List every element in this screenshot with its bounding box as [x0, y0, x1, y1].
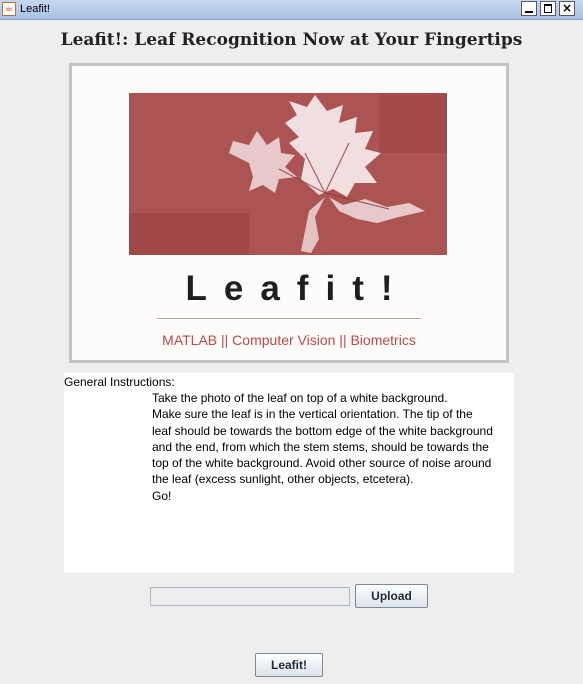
instructions-body: Take the photo of the leaf on top of a w…	[152, 390, 508, 504]
instruction-line: the leaf (excess sunlight, other objects…	[152, 472, 414, 487]
brand-logo-text: Leafit!	[185, 269, 410, 308]
leafit-button[interactable]: Leafit!	[255, 653, 323, 677]
instruction-line: Make sure the leaf is in the vertical or…	[152, 407, 473, 422]
close-icon: ×	[561, 1, 573, 15]
upload-button[interactable]: Upload	[355, 584, 428, 608]
page-title: Leafit!: Leaf Recognition Now at Your Fi…	[60, 30, 523, 50]
leaf-photo	[129, 93, 447, 255]
file-path-field[interactable]	[150, 587, 350, 606]
instruction-line: and the end, from which the stem stems, …	[152, 439, 489, 454]
window-title-bar[interactable]: ☕ Leafit! ×	[0, 0, 583, 20]
maximize-icon	[544, 4, 552, 13]
maximize-button[interactable]	[540, 1, 556, 16]
banner-tagline: MATLAB || Computer Vision || Biometrics	[162, 332, 416, 348]
instructions-panel: General Instructions: Take the photo of …	[64, 373, 514, 573]
banner-divider	[157, 318, 421, 319]
window-title: Leafit!	[20, 3, 50, 15]
java-cup-icon: ☕	[2, 2, 16, 16]
instruction-line: Take the photo of the leaf on top of a w…	[152, 391, 448, 405]
maple-leaf-image	[129, 93, 447, 255]
instruction-line: top of the white background. Avoid other…	[152, 456, 492, 471]
close-button[interactable]: ×	[559, 1, 575, 16]
instruction-line: Go!	[152, 488, 172, 503]
instructions-title: General Instructions:	[64, 375, 175, 389]
minimize-icon	[525, 11, 533, 13]
instruction-line: leaf should be towards the bottom edge o…	[152, 423, 493, 438]
banner-image: Leafit! MATLAB || Computer Vision || Bio…	[69, 63, 509, 363]
minimize-button[interactable]	[521, 1, 537, 16]
